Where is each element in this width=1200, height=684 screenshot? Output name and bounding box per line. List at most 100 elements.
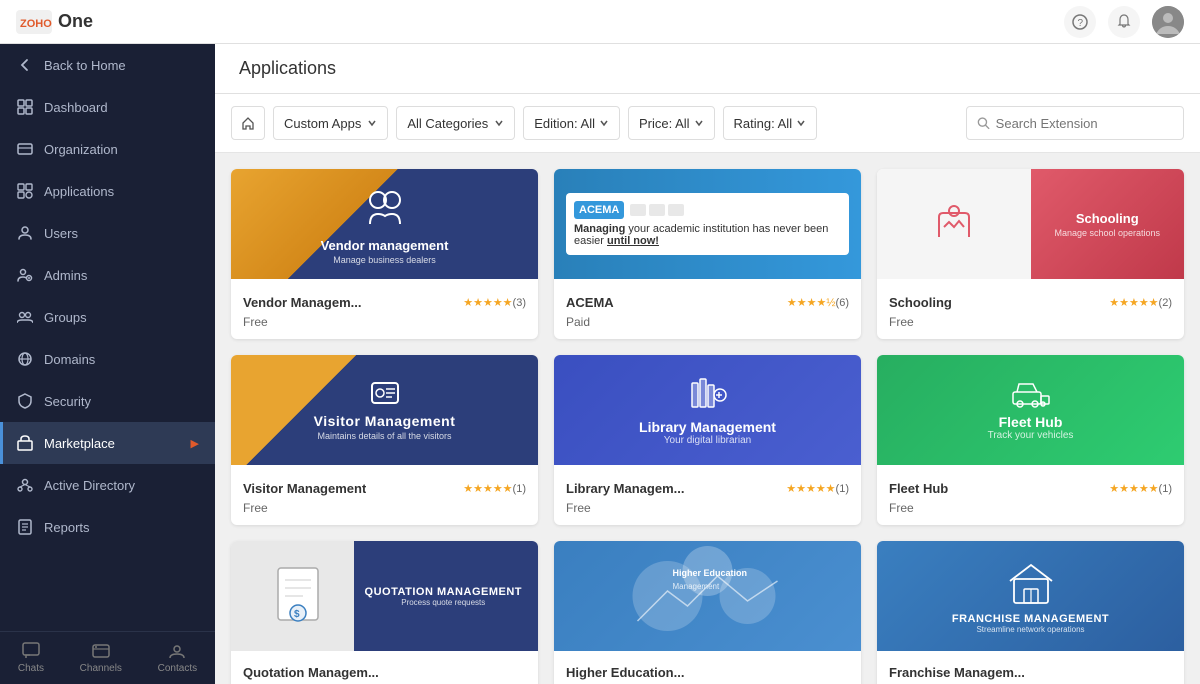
vendor-card-sub: Manage business dealers [321,255,449,265]
help-button[interactable]: ? [1064,6,1096,38]
card-image-quotation: $ QUOTATION MANAGEMENT Process quote req… [231,541,538,651]
svg-text:$: $ [294,609,300,620]
app-card-acema[interactable]: ACEMA Managing your academic institution… [554,169,861,339]
app-card-fleet[interactable]: Fleet Hub Track your vehicles Fleet Hub … [877,355,1184,525]
app-card-quotation[interactable]: $ QUOTATION MANAGEMENT Process quote req… [231,541,538,684]
franchise-illustration-icon [1006,559,1056,609]
fleet-count: (1) [1159,483,1172,495]
visitor-card-name: Visitor Management [243,481,366,496]
custom-apps-label: Custom Apps [284,116,361,131]
back-arrow-icon [16,56,34,74]
acema-count: (6) [836,297,849,309]
acema-price: Paid [566,315,849,329]
vendor-price: Free [243,315,526,329]
sidebar-item-back-to-home[interactable]: Dashboard Back to Home [0,44,215,86]
app-card-visitor[interactable]: Visitor Management Maintains details of … [231,355,538,525]
search-input[interactable] [996,116,1173,131]
reports-icon [16,518,34,536]
fleet-card-bg-title: Fleet Hub [988,414,1074,430]
sidebar-item-active-directory[interactable]: Active Directory [0,464,215,506]
sidebar-item-dashboard[interactable]: Dashboard [0,86,215,128]
quotation-card-bg-title: QUOTATION MANAGEMENT [365,586,522,598]
sidebar-security-label: Security [44,394,91,409]
card-image-fleet: Fleet Hub Track your vehicles [877,355,1184,465]
topbar: ZOHO One ? [0,0,1200,44]
acema-card-name: ACEMA [566,295,614,310]
applications-icon [16,182,34,200]
card-image-vendor: Vendor management Manage business dealer… [231,169,538,279]
sidebar-item-reports[interactable]: Reports [0,506,215,548]
sidebar-item-organization[interactable]: Organization [0,128,215,170]
search-box[interactable] [966,106,1184,140]
quotation-illustration-icon: $ [273,566,323,626]
sidebar-item-marketplace[interactable]: Marketplace ▶ [0,422,215,464]
sidebar-chats-btn[interactable]: Chats [18,642,44,674]
library-card-sub: Your digital librarian [639,435,776,446]
schooling-card-sub: Manage school operations [1054,228,1160,238]
filters-bar: Custom Apps All Categories Edition: All … [215,94,1200,153]
app-card-library[interactable]: Library Management Your digital libraria… [554,355,861,525]
app-title: One [58,11,93,32]
admins-icon [16,266,34,284]
fleet-illustration-icon [1011,380,1051,410]
sidebar-marketplace-label: Marketplace [44,436,115,451]
sidebar-item-security[interactable]: Security [0,380,215,422]
schooling-card-name: Schooling [889,295,952,310]
vendor-stars: ★★★★★ [463,297,512,309]
library-stars: ★★★★★ [786,483,835,495]
visitor-card-bg-title: Visitor Management [314,413,456,429]
sidebar-active-directory-label: Active Directory [44,478,135,493]
fleet-card-name: Fleet Hub [889,481,948,496]
vendor-card-name: Vendor Managem... [243,295,361,310]
svg-text:Higher Education: Higher Education [673,568,748,578]
marketplace-arrow-icon: ▶ [191,437,199,450]
card-image-higher-ed: Higher Education Management [554,541,861,651]
vendor-count: (3) [513,297,526,309]
sidebar-item-groups[interactable]: Groups [0,296,215,338]
sidebar-item-admins[interactable]: Admins [0,254,215,296]
content-area: Applications Custom Apps All Categories [215,44,1200,684]
app-card-higher-ed[interactable]: Higher Education Management Higher Educa… [554,541,861,684]
sidebar-users-label: Users [44,226,78,241]
sidebar-channels-btn[interactable]: Channels [80,642,122,674]
schooling-illustration-icon [929,199,979,249]
fleet-card-sub: Track your vehicles [988,430,1074,441]
price-filter[interactable]: Price: All [628,106,715,140]
edition-filter[interactable]: Edition: All [523,106,620,140]
security-icon [16,392,34,410]
contacts-icon [168,642,186,660]
sidebar-item-applications[interactable]: Applications [0,170,215,212]
rating-filter[interactable]: Rating: All [723,106,818,140]
sidebar-item-users[interactable]: Users [0,212,215,254]
sidebar-contacts-btn[interactable]: Contacts [158,642,197,674]
organization-icon [16,140,34,158]
app-card-schooling[interactable]: Schooling Manage school operations Schoo… [877,169,1184,339]
card-image-acema: ACEMA Managing your academic institution… [554,169,861,279]
card-image-franchise: FRANCHISE MANAGEMENT Streamline network … [877,541,1184,651]
home-filter-button[interactable] [231,106,265,140]
chevron-down-icon-3 [599,118,609,128]
visitor-card-sub: Maintains details of all the visitors [314,431,456,441]
custom-apps-dropdown[interactable]: Custom Apps [273,106,388,140]
svg-text:ZOHO: ZOHO [20,18,52,30]
price-label: Price: All [639,116,690,131]
page-header: Applications [215,44,1200,94]
notifications-button[interactable] [1108,6,1140,38]
chevron-down-icon-2 [494,118,504,128]
app-card-franchise[interactable]: FRANCHISE MANAGEMENT Streamline network … [877,541,1184,684]
channels-icon [92,642,110,660]
vendor-card-title: Vendor management [321,238,449,253]
app-card-vendor[interactable]: Vendor management Manage business dealer… [231,169,538,339]
avatar[interactable] [1152,6,1184,38]
marketplace-icon [16,434,34,452]
all-categories-dropdown[interactable]: All Categories [396,106,515,140]
schooling-count: (2) [1159,297,1172,309]
sidebar-organization-label: Organization [44,142,118,157]
library-card-name: Library Managem... [566,481,684,496]
franchise-card-bg-title: FRANCHISE MANAGEMENT [952,613,1109,625]
chevron-down-icon-4 [694,118,704,128]
sidebar-item-domains[interactable]: Domains [0,338,215,380]
sidebar-domains-label: Domains [44,352,95,367]
chat-icon [22,642,40,660]
sidebar-applications-label: Applications [44,184,114,199]
